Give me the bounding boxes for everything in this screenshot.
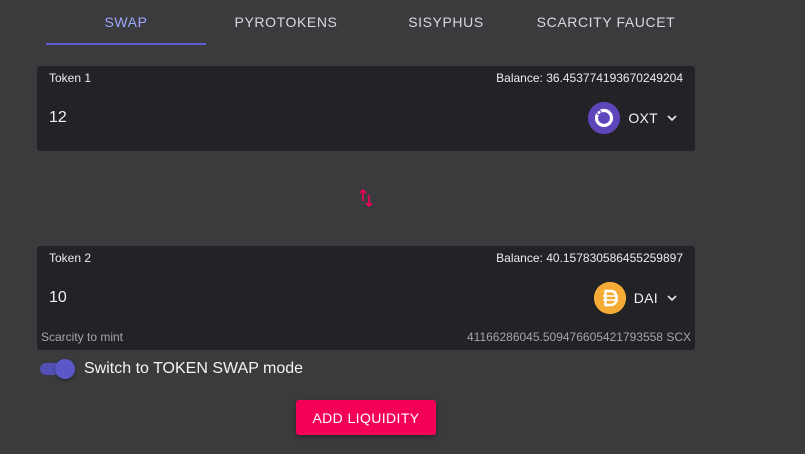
token1-selector[interactable]: OXT <box>588 102 677 134</box>
mode-toggle-switch[interactable] <box>38 358 76 380</box>
token1-symbol: OXT <box>628 110 658 126</box>
tab-pyrotokens[interactable]: PYROTOKENS <box>206 0 366 44</box>
token2-amount-input[interactable] <box>49 289 349 307</box>
scarcity-to-mint-value: 41166286045.509476605421793558 SCX <box>467 330 691 344</box>
mode-toggle-label: Switch to TOKEN SWAP mode <box>84 360 304 377</box>
tab-bar: SWAP PYROTOKENS SISYPHUS SCARCITY FAUCET <box>0 0 805 46</box>
token1-amount-input[interactable] <box>49 109 349 127</box>
active-tab-indicator <box>46 43 206 45</box>
swap-arrows-icon[interactable] <box>358 188 374 208</box>
token1-label: Token 1 <box>49 71 92 85</box>
token2-label: Token 2 <box>49 251 92 265</box>
mode-toggle-row: Switch to TOKEN SWAP mode <box>38 358 303 380</box>
tab-swap[interactable]: SWAP <box>46 0 206 44</box>
token1-panel: Token 1 Balance: 36.453774193670249204 O… <box>37 66 695 151</box>
tab-scarcity-faucet[interactable]: SCARCITY FAUCET <box>526 0 686 44</box>
add-liquidity-button[interactable]: ADD LIQUIDITY <box>296 400 436 435</box>
chevron-down-icon <box>667 295 677 301</box>
dai-token-icon <box>593 282 626 314</box>
toggle-thumb <box>55 359 75 379</box>
token2-panel: Token 2 Balance: 40.157830586455259897 D… <box>37 246 695 350</box>
scarcity-to-mint-label: Scarcity to mint <box>41 330 124 344</box>
chevron-down-icon <box>667 115 677 121</box>
token1-balance: Balance: 36.453774193670249204 <box>496 71 683 85</box>
token2-balance: Balance: 40.157830586455259897 <box>496 251 683 265</box>
tab-sisyphus[interactable]: SISYPHUS <box>366 0 526 44</box>
swap-page: SWAP PYROTOKENS SISYPHUS SCARCITY FAUCET… <box>0 0 805 454</box>
token2-selector[interactable]: DAI <box>593 282 677 314</box>
oxt-token-icon <box>588 102 621 134</box>
token2-symbol: DAI <box>633 290 658 306</box>
